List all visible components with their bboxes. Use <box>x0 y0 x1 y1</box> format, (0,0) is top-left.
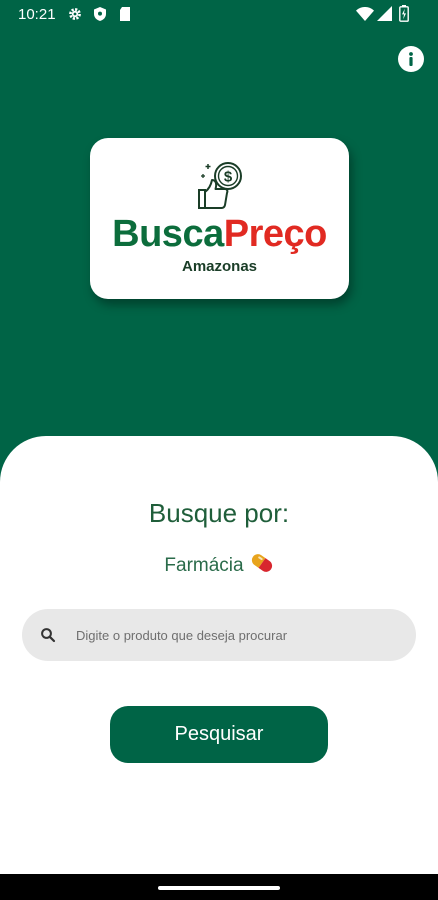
search-sheet: Busque por: Farmácia Pesquisar <box>0 436 438 874</box>
gear-icon <box>69 8 81 20</box>
info-icon <box>409 52 413 66</box>
info-button[interactable] <box>398 46 424 72</box>
status-time: 10:21 <box>18 6 56 23</box>
logo-card: $ BuscaPreço Amazonas <box>90 138 349 299</box>
brand-name-second: Preço <box>223 213 328 255</box>
category-label: Farmácia <box>164 555 244 576</box>
brand-name: BuscaPreço <box>90 214 349 254</box>
sd-card-icon <box>120 7 130 21</box>
shield-icon <box>94 7 106 21</box>
wifi-icon <box>356 7 374 21</box>
brand-name-first: Busca <box>112 213 224 255</box>
thumbs-up-coin-icon: $ <box>198 162 242 209</box>
search-input[interactable] <box>76 609 406 661</box>
search-button[interactable]: Pesquisar <box>110 706 328 763</box>
search-icon <box>41 628 56 643</box>
signal-icon <box>377 6 392 21</box>
battery-icon <box>399 5 409 22</box>
status-bar: 10:21 <box>0 0 438 28</box>
brand-subtitle: Amazonas <box>181 258 258 275</box>
navigation-bar <box>0 874 438 900</box>
pill-icon <box>251 554 272 572</box>
search-bar[interactable] <box>22 609 416 661</box>
svg-text:$: $ <box>224 169 233 186</box>
category-selector[interactable]: Farmácia <box>0 552 438 577</box>
home-gesture-handle[interactable] <box>158 886 280 890</box>
search-heading: Busque por: <box>148 498 290 528</box>
